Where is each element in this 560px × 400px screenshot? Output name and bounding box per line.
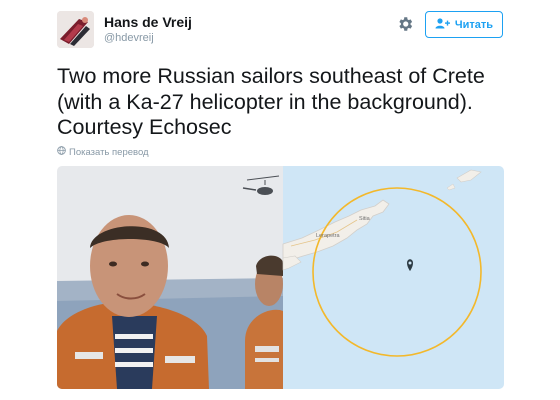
translate-label: Показать перевод [69,146,149,158]
tweet-text: Two more Russian sailors southeast of Cr… [57,64,485,139]
author-display-name[interactable]: Hans de Vreij [104,14,192,30]
globe-icon [57,146,66,158]
photo [57,166,283,389]
avatar-image [57,11,94,48]
map-label-lerapetra: Lerapetra [316,233,340,239]
add-user-icon [435,17,450,32]
avatar[interactable] [57,11,94,48]
map [282,166,504,389]
author-username[interactable]: @hdevreij [104,32,154,44]
translate-link[interactable]: Показать перевод [57,146,149,158]
gear-icon[interactable] [396,15,414,33]
map-label-sitia: Sitia [359,216,371,222]
follow-button-label: Читать [454,18,494,31]
follow-button[interactable]: Читать [425,11,503,38]
tweet-media[interactable]: Sitia Lerapetra [57,166,504,389]
